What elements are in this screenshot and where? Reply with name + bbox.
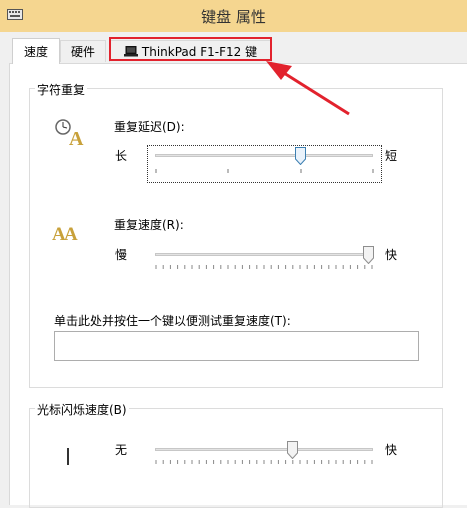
annotation-arrow bbox=[266, 61, 350, 116]
